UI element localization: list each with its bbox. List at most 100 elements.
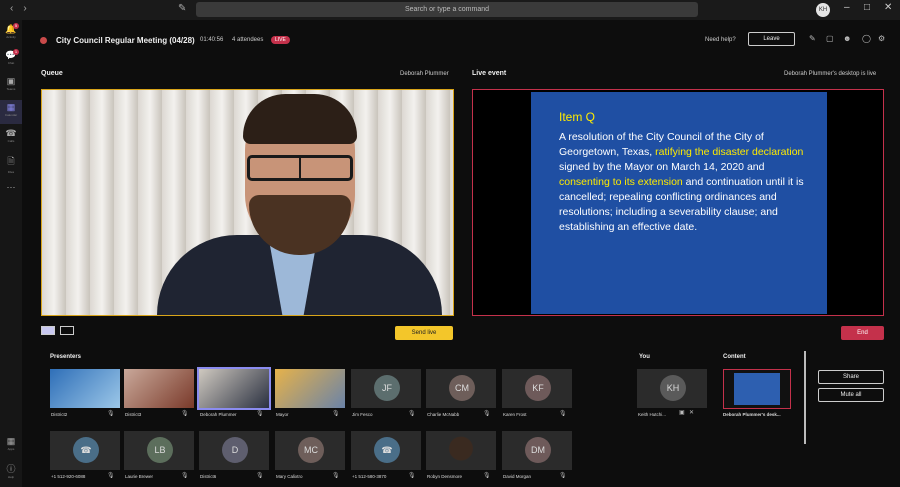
mic-icon[interactable]: 🎙 xyxy=(332,472,340,479)
mic-icon[interactable]: 🎙 xyxy=(107,472,115,479)
presenter-avatar: CM xyxy=(449,375,475,401)
presenter-tile[interactable]: MC xyxy=(275,431,345,470)
rail-item-apps[interactable]: ▦ Apps xyxy=(0,434,22,458)
rail-label: Teams xyxy=(6,87,16,91)
rail-item-files[interactable]: 🗎 Files xyxy=(0,152,22,176)
health-icon[interactable]: ◯ xyxy=(862,34,871,43)
presenter-avatar: MC xyxy=(298,437,324,463)
mic-icon[interactable]: 🎙 xyxy=(181,410,189,417)
meeting-icon xyxy=(40,37,47,44)
slide-highlight: ratifying the disaster declaration xyxy=(655,146,804,158)
presenter-name: Karen Frost xyxy=(503,412,527,417)
search-input[interactable]: Search or type a command xyxy=(196,2,698,17)
mic-icon[interactable]: 🎙 xyxy=(332,410,340,417)
presenter-tile[interactable]: ☎ xyxy=(50,431,120,470)
attendee-count[interactable]: 4 attendees xyxy=(232,37,263,43)
presenter-tile[interactable] xyxy=(275,369,345,408)
user-avatar[interactable]: KH xyxy=(816,3,830,17)
more-icon: ⋯ xyxy=(6,182,16,192)
slide-heading: Item Q xyxy=(559,110,596,124)
presenter-tile[interactable]: CM xyxy=(426,369,496,408)
rail-item-chat[interactable]: 💬 Chat 1 xyxy=(0,48,22,72)
live-source: Deborah Plummer's desktop is live xyxy=(784,71,877,77)
help-icon: ⓘ xyxy=(6,464,16,474)
send-live-button[interactable]: Send live xyxy=(395,326,453,340)
phone-icon: ☎ xyxy=(5,128,17,138)
you-name: Keith Hutchi... xyxy=(638,412,667,417)
presenter-tile[interactable]: D xyxy=(199,431,269,470)
presenter-tile[interactable] xyxy=(426,431,496,470)
mic-icon[interactable]: 🎙 xyxy=(559,410,567,417)
meeting-title: City Council Regular Meeting (04/28) xyxy=(56,36,195,45)
presenter-tile[interactable]: JF xyxy=(351,369,421,408)
share-screen-icon: ▣ xyxy=(679,410,685,416)
rail-badge: 1 xyxy=(13,49,19,55)
queue-video[interactable] xyxy=(41,89,454,316)
mute-all-button[interactable]: Mute all xyxy=(818,388,884,402)
notes-icon[interactable]: ✎ xyxy=(809,34,816,43)
calendar-icon: ▦ xyxy=(6,102,16,112)
rail-item-calls[interactable]: ☎ Calls xyxy=(0,126,22,150)
mic-icon[interactable]: 🎙 xyxy=(256,410,264,417)
mic-icon[interactable]: 🎙 xyxy=(483,410,491,417)
presenter-name: Robyn Densmore xyxy=(427,474,463,479)
presenter-tile[interactable]: ☎ xyxy=(351,431,421,470)
minimize-icon[interactable]: – xyxy=(844,2,850,13)
presenter-tile[interactable] xyxy=(124,369,194,408)
presenter-name: District3 xyxy=(125,412,142,417)
presenter-tile[interactable]: KF xyxy=(502,369,572,408)
presenter-name: +1 512-920-6088 xyxy=(51,474,86,479)
panel-divider[interactable] xyxy=(804,351,806,444)
mic-icon[interactable]: 🎙 xyxy=(408,410,416,417)
slide-highlight: consenting to its extension xyxy=(559,176,683,188)
rail-item-help[interactable]: ⓘ Help xyxy=(0,460,22,484)
share-button[interactable]: Share xyxy=(818,370,884,384)
content-thumbnail[interactable] xyxy=(723,369,791,409)
rail-label: Help xyxy=(7,475,15,479)
leave-button[interactable]: Leave xyxy=(748,32,795,46)
participants-icon[interactable]: ☻ xyxy=(843,34,851,43)
close-icon[interactable]: ✕ xyxy=(884,2,892,13)
settings-icon[interactable]: ⚙ xyxy=(878,34,885,43)
meeting-elapsed: 01:40:56 xyxy=(200,37,224,43)
live-event-frame[interactable]: Item Q A resolution of the City Council … xyxy=(472,89,884,316)
presenter-tile[interactable]: DM xyxy=(502,431,572,470)
rail-item-activity[interactable]: 🔔 Activity 5 xyxy=(0,22,22,46)
file-icon: 🗎 xyxy=(7,156,15,166)
maximize-icon[interactable]: □ xyxy=(864,2,870,13)
presenters-label: Presenters xyxy=(50,354,82,360)
mic-icon[interactable]: 🎙 xyxy=(107,410,115,417)
forward-arrow-icon[interactable]: › xyxy=(23,3,26,14)
presenter-avatar: D xyxy=(222,437,248,463)
presenter-avatar: JF xyxy=(374,375,400,401)
presenter-tile[interactable] xyxy=(50,369,120,408)
presenter-tile[interactable] xyxy=(197,367,271,410)
presenter-tile[interactable]: LB xyxy=(124,431,194,470)
chat-icon[interactable]: ▢ xyxy=(826,34,834,43)
rail-label: Calls xyxy=(7,139,15,143)
mic-icon[interactable]: 🎙 xyxy=(181,472,189,479)
mic-icon[interactable]: 🎙 xyxy=(559,472,567,479)
rail-item-teams[interactable]: ▣ Teams xyxy=(0,74,22,98)
presenter-name: District2 xyxy=(51,412,68,417)
layout-single-button[interactable] xyxy=(41,326,55,335)
phone-avatar-icon: ☎ xyxy=(73,437,99,463)
mic-icon[interactable]: 🎙 xyxy=(483,472,491,479)
rail-item-more[interactable]: ⋯ xyxy=(0,180,22,204)
teams-icon: ▣ xyxy=(6,76,16,86)
compose-icon[interactable]: ✎ xyxy=(178,3,186,14)
title-bar: ‹ › ✎ Search or type a command KH – □ ✕ xyxy=(0,0,900,20)
you-label: You xyxy=(639,354,650,360)
presenter-video xyxy=(157,94,447,315)
end-button[interactable]: End xyxy=(841,326,884,340)
mic-icon[interactable]: 🎙 xyxy=(256,472,264,479)
rail-item-calendar[interactable]: ▦ Calendar xyxy=(0,100,22,124)
need-help-link[interactable]: Need help? xyxy=(705,37,736,43)
rail-label: Chat xyxy=(7,61,15,65)
you-tile[interactable]: KH xyxy=(637,369,707,408)
mic-icon[interactable]: 🎙 xyxy=(408,472,416,479)
layout-split-button[interactable] xyxy=(60,326,74,335)
back-arrow-icon[interactable]: ‹ xyxy=(10,3,13,14)
content-preview xyxy=(734,373,780,405)
nav-arrows: ‹ › xyxy=(10,3,27,14)
